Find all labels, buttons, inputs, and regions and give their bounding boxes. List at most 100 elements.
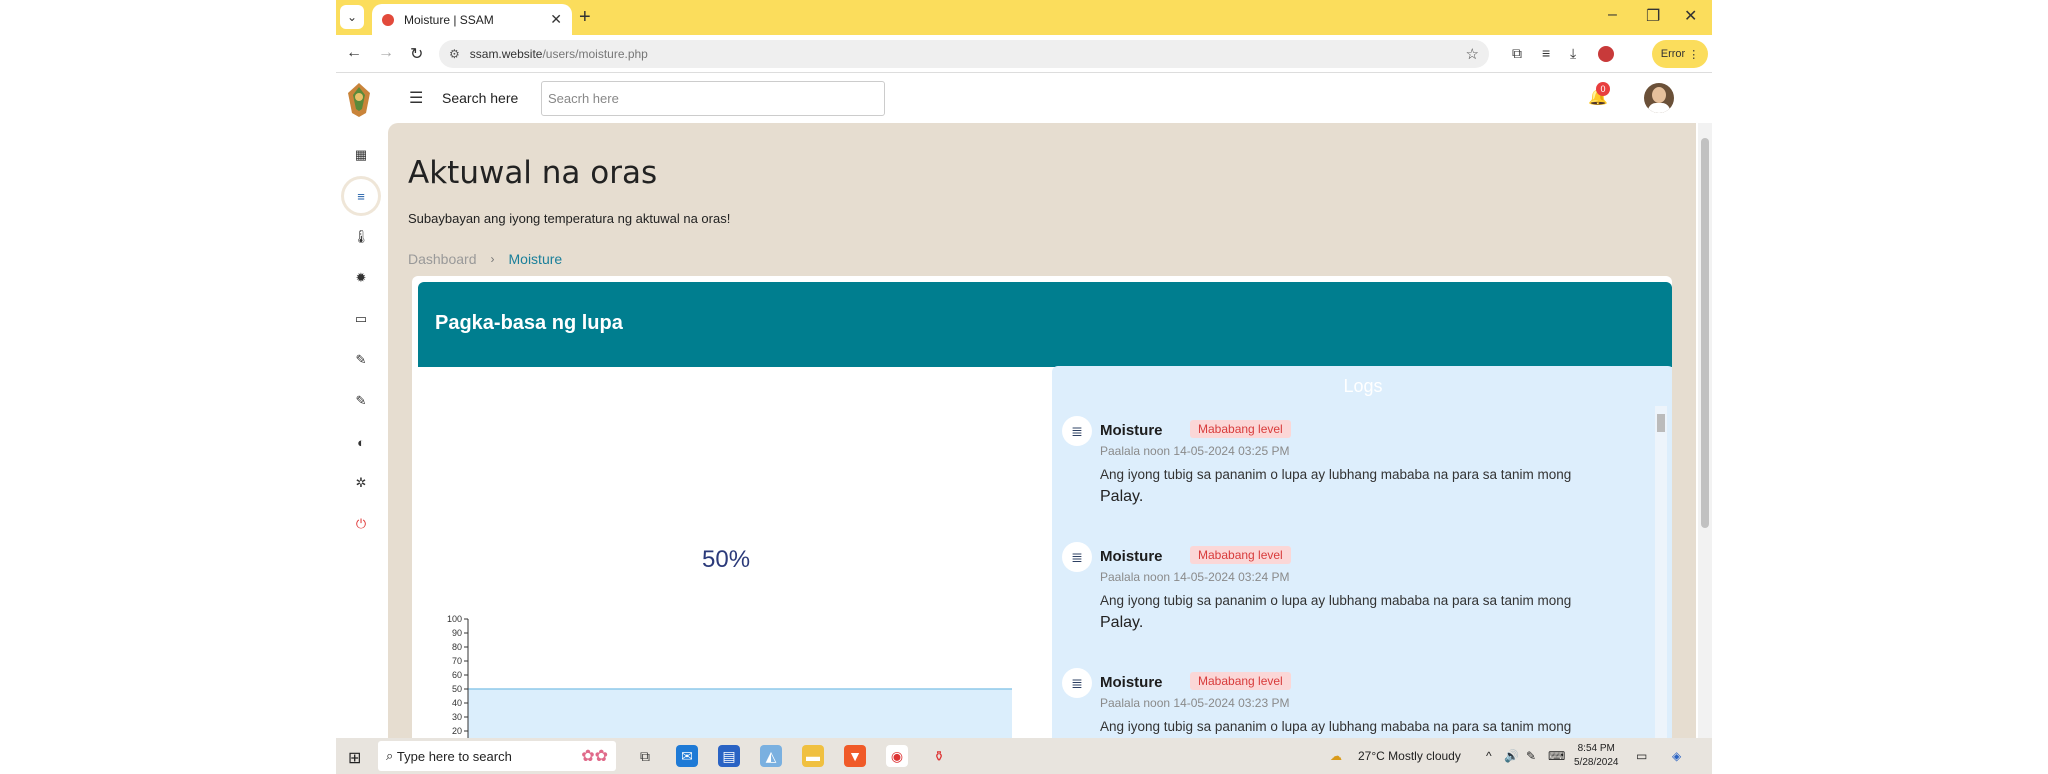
sidebar-item-logout[interactable]: ⏻ (336, 509, 386, 539)
close-tab-icon[interactable]: ✕ (550, 11, 562, 28)
clock-date: 5/28/2024 (1574, 757, 1619, 768)
sidebar-item-messages[interactable]: ▭ (336, 304, 386, 334)
screen: ⌄ Moisture | SSAM ✕ + – ❐ ✕ ← → ↻ ⚙ ssam… (336, 0, 1712, 774)
main-content: Aktuwal na oras Subaybayan ang iyong tem… (388, 123, 1696, 738)
user-avatar[interactable] (1644, 83, 1674, 113)
sidebar-item-reports-b[interactable]: ✎ (336, 386, 386, 416)
pen-icon[interactable]: ✎ (1526, 749, 1536, 763)
log-time: Paalala noon 14-05-2024 03:25 PM (1100, 444, 1290, 458)
log-time: Paalala noon 14-05-2024 03:24 PM (1100, 570, 1290, 584)
card-header: Pagka-basa ng lupa (418, 282, 1672, 367)
y-tick-label: 30 (452, 712, 462, 722)
log-message: Ang iyong tubig sa pananim o lupa ay lub… (1100, 716, 1640, 738)
browser-tab[interactable]: Moisture | SSAM ✕ (372, 4, 572, 35)
y-tick-label: 80 (452, 642, 462, 652)
logs-scrollbar-thumb[interactable] (1657, 414, 1665, 432)
y-tick-label: 70 (452, 656, 462, 666)
weather-text[interactable]: 27°C Mostly cloudy (1358, 749, 1461, 763)
thermometer-icon: 🌡 (352, 229, 370, 244)
task-view-icon[interactable]: ⧉ (634, 745, 656, 767)
grid-icon: ▦ (354, 147, 368, 162)
notification-center-icon[interactable]: ▭ (1636, 749, 1647, 763)
media-icon[interactable]: ≡ (1542, 45, 1550, 61)
close-window-button[interactable]: ✕ (1684, 6, 1697, 26)
moisture-chart: 100 90 80 70 60 50 40 30 20 (447, 614, 1012, 738)
chart-area (468, 689, 1012, 738)
breadcrumb: Dashboard › Moisture (408, 251, 562, 267)
gear-icon: ✹ (355, 270, 367, 285)
breadcrumb-moisture[interactable]: Moisture (509, 251, 563, 267)
app-icon[interactable]: ⚱ (928, 745, 950, 767)
mail-icon[interactable]: ✉ (676, 745, 698, 767)
card-title: Pagka-basa ng lupa (435, 312, 623, 334)
log-name: Moisture (1100, 674, 1163, 691)
logs-scrollbar[interactable] (1655, 406, 1667, 738)
bookmark-star-icon[interactable]: ☆ (1466, 45, 1479, 63)
photos-icon[interactable]: ◭ (760, 745, 782, 767)
brave-browser-icon[interactable]: ▼ (844, 745, 866, 767)
log-message: Ang iyong tubig sa pananim o lupa ay lub… (1100, 464, 1640, 508)
back-button[interactable]: ← (346, 44, 362, 62)
log-name: Moisture (1100, 548, 1163, 565)
download-icon[interactable]: ⤓ (1570, 45, 1576, 62)
chevron-down-icon: ⌄ (346, 10, 358, 24)
log-level-badge: Mababang level (1190, 420, 1291, 438)
gauge-value: 50% (702, 546, 751, 573)
site-info-icon[interactable]: ⚙ (449, 47, 460, 61)
y-tick-label: 90 (452, 628, 462, 638)
sidebar-item-settings-b[interactable]: ✲ (336, 468, 386, 498)
page-title: Aktuwal na oras (408, 155, 658, 191)
sidebar-item-globe[interactable]: ◐ (336, 427, 386, 457)
volume-icon[interactable]: 🔊 (1504, 749, 1519, 763)
app-header: ☰ Search here 🔔 0 (336, 73, 1712, 123)
page-scrollbar[interactable] (1698, 123, 1712, 738)
minimize-button[interactable]: – (1608, 6, 1617, 24)
taskbar-search-text: Type here to search (396, 748, 512, 764)
y-tick-label: 60 (452, 670, 462, 680)
error-label: Error (1660, 48, 1686, 60)
taskbar-clock[interactable]: 8:54 PM 5/28/2024 (1574, 742, 1619, 770)
copilot-icon[interactable]: ◈ (1672, 749, 1681, 763)
taskbar: ⊞ ⌕ Type here to search ✿✿ ⧉ ✉ ▤ ◭ ▬ ▼ ◉… (336, 738, 1712, 774)
windows-start-icon[interactable]: ⊞ (348, 748, 361, 768)
log-message-text: Ang iyong tubig sa pananim o lupa ay lub… (1100, 593, 1572, 608)
profile-extension-icon[interactable] (1598, 46, 1614, 62)
app-logo (348, 83, 370, 117)
tray-chevron-icon[interactable]: ^ (1486, 749, 1492, 763)
log-level-badge: Mababang level (1190, 546, 1291, 564)
breadcrumb-dashboard[interactable]: Dashboard (408, 251, 477, 267)
moisture-card: Pagka-basa ng lupa 50% 100 90 80 70 60 50 40 30… (412, 276, 1672, 738)
notification-count-badge: 0 (1596, 82, 1610, 96)
chrome-icon[interactable]: ◉ (886, 745, 908, 767)
taskbar-search[interactable]: ⌕ Type here to search ✿✿ (378, 741, 616, 771)
store-icon[interactable]: ▤ (718, 745, 740, 767)
y-tick-label: 100 (447, 614, 462, 624)
sidebar-item-moisture[interactable]: ≡ (336, 179, 386, 213)
logs-title: Logs (1343, 376, 1383, 396)
address-bar[interactable]: ⚙ ssam.website/users/moisture.php ☆ (439, 40, 1489, 68)
extensions-icon[interactable]: ⧉ (1512, 45, 1522, 62)
page-scrollbar-thumb[interactable] (1701, 138, 1709, 528)
chevron-right-icon: › (490, 252, 495, 266)
sidebar-item-temperature[interactable]: 🌡 (336, 222, 386, 252)
y-tick-label: 50 (452, 684, 462, 694)
cog-icon: ✲ (355, 475, 367, 490)
tab-search-button[interactable]: ⌄ (340, 5, 364, 29)
new-tab-button[interactable]: + (579, 6, 591, 29)
log-message: Ang iyong tubig sa pananim o lupa ay lub… (1100, 590, 1640, 634)
search-input[interactable] (541, 81, 885, 116)
keyboard-icon[interactable]: ⌨ (1548, 749, 1565, 763)
sidebar-item-reports-a[interactable]: ✎ (336, 345, 386, 375)
forward-button[interactable]: → (378, 44, 394, 62)
error-button[interactable]: Error ⋮ (1652, 40, 1708, 68)
file-explorer-icon[interactable]: ▬ (802, 745, 824, 767)
file-edit-icon: ✎ (355, 352, 367, 367)
page-subtitle: Subaybayan ang iyong temperatura ng aktu… (408, 211, 731, 226)
menu-toggle-icon[interactable]: ☰ (409, 88, 423, 108)
restore-button[interactable]: ❐ (1646, 6, 1660, 26)
sidebar-item-settings-a[interactable]: ✹ (336, 263, 386, 293)
sidebar-item-dashboard[interactable]: ▦ (336, 140, 386, 170)
search-icon: ⌕ (386, 748, 397, 763)
reload-button[interactable]: ↻ (410, 44, 423, 64)
logout-icon: ⏻ (355, 516, 367, 531)
